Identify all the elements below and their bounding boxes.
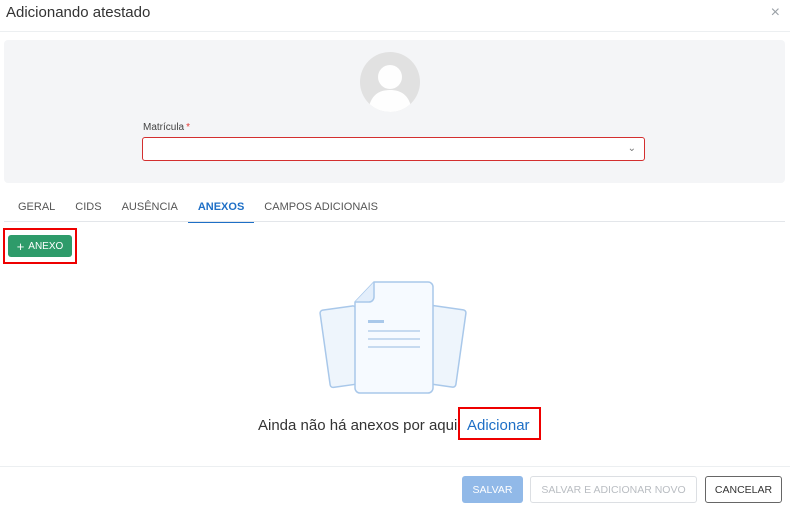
matricula-select[interactable]: ⌄	[142, 137, 645, 161]
required-mark: *	[186, 122, 191, 133]
tab-cids[interactable]: CIDS	[65, 196, 111, 221]
add-anexo-button[interactable]: + ANEXO	[8, 235, 72, 257]
tab-anexos[interactable]: ANEXOS	[187, 196, 255, 223]
cancel-button[interactable]: CANCELAR	[705, 476, 782, 503]
save-and-new-button[interactable]: SALVAR E ADICIONAR NOVO	[530, 476, 697, 503]
matricula-label-text: Matrícula	[143, 122, 185, 133]
matricula-label: Matrícula *	[143, 122, 190, 133]
dialog-title: Adicionando atestado	[6, 4, 151, 21]
save-button[interactable]: SALVAR	[462, 476, 523, 503]
highlight-box-add-link: Adicionar	[458, 407, 541, 440]
empty-state-message: Ainda não há anexos por aqui	[258, 417, 458, 434]
tab-bar: GERAL CIDS AUSÊNCIA ANEXOS CAMPOS ADICIO…	[8, 196, 388, 223]
tab-campos-adicionais[interactable]: CAMPOS ADICIONAIS	[254, 196, 388, 221]
empty-documents-illustration	[319, 281, 467, 394]
chevron-down-icon: ⌄	[627, 143, 636, 154]
user-silhouette-icon	[368, 65, 412, 112]
employee-panel: Matrícula * ⌄	[4, 40, 785, 183]
add-anexo-link[interactable]: Adicionar	[467, 417, 530, 434]
tab-ausencia[interactable]: AUSÊNCIA	[112, 196, 188, 221]
footer-divider	[0, 466, 790, 467]
tab-geral[interactable]: GERAL	[8, 196, 65, 221]
tab-divider	[4, 221, 785, 222]
add-anexo-label: ANEXO	[28, 240, 64, 252]
avatar	[360, 52, 420, 112]
close-icon[interactable]: ×	[771, 4, 780, 22]
highlight-box-add-button: + ANEXO	[3, 228, 77, 264]
plus-icon: +	[16, 238, 25, 254]
header-divider	[0, 31, 790, 32]
